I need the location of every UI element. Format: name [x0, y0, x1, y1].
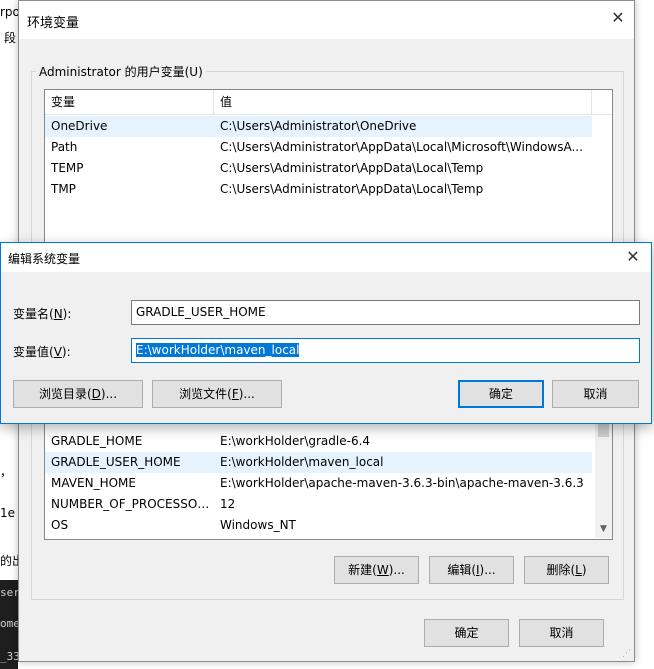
system-variables-table[interactable]: GRADLE_HOME E:\workHolder\gradle-6.4 GRA…	[44, 411, 613, 540]
table-row[interactable]: GRADLE_USER_HOME E:\workHolder\maven_loc…	[45, 452, 592, 473]
browse-directory-button[interactable]: 浏览目录(D)...	[13, 380, 143, 408]
table-row[interactable]: MAVEN_HOME E:\workHolder\apache-maven-3.…	[45, 473, 592, 494]
variable-value: C:\Users\Administrator\OneDrive	[220, 119, 417, 133]
variable-name: NUMBER_OF_PROCESSORS	[51, 497, 211, 511]
variable-value: 12	[220, 497, 236, 511]
background-code-block: ser ome _33	[0, 580, 20, 669]
background-code-line: _33	[0, 650, 20, 663]
table-row[interactable]: TMP C:\Users\Administrator\AppData\Local…	[45, 179, 592, 200]
delete-system-variable-button[interactable]: 删除(L)	[524, 556, 609, 584]
background-text-fragment: ，	[0, 465, 13, 479]
new-system-variable-button[interactable]: 新建(W)...	[334, 556, 419, 584]
system-table-scrollbar[interactable]: ▼	[595, 411, 612, 538]
cancel-button[interactable]: 取消	[519, 619, 604, 647]
selected-text: E:\workHolder\maven_local	[136, 343, 300, 357]
browse-file-button[interactable]: 浏览文件(F)...	[152, 380, 282, 408]
resize-grip-icon[interactable]: ⋰	[622, 649, 632, 659]
ok-button[interactable]: 确定	[424, 619, 509, 647]
variable-value: E:\workHolder\apache-maven-3.6.3-bin\apa…	[220, 476, 584, 490]
dialog-title: 环境变量	[27, 16, 80, 31]
edit-system-variable-button[interactable]: 编辑(I)...	[429, 556, 514, 584]
background-text-fragment: 1e	[0, 506, 16, 520]
close-icon[interactable]: ✕	[608, 8, 628, 28]
close-icon[interactable]: ✕	[623, 247, 643, 267]
table-row[interactable]: TEMP C:\Users\Administrator\AppData\Loca…	[45, 158, 592, 179]
variable-name: OneDrive	[51, 119, 108, 133]
table-row[interactable]: GRADLE_HOME E:\workHolder\gradle-6.4	[45, 431, 592, 452]
variable-name: GRADLE_USER_HOME	[51, 455, 181, 469]
variable-name: OS	[51, 518, 69, 532]
variable-name: TEMP	[51, 161, 84, 175]
variable-value: C:\Users\Administrator\AppData\Local\Tem…	[220, 161, 484, 175]
title-bar[interactable]: 环境变量 ✕	[19, 1, 634, 39]
table-row[interactable]: NUMBER_OF_PROCESSORS 12	[45, 494, 592, 515]
variable-name: TMP	[51, 182, 76, 196]
variable-value: E:\workHolder\maven_local	[220, 455, 384, 469]
user-variables-table[interactable]: 变量 值 OneDrive C:\Users\Administrator\One…	[44, 89, 613, 251]
variable-value: E:\workHolder\gradle-6.4	[220, 434, 371, 448]
ok-button[interactable]: 确定	[458, 380, 544, 408]
variable-value: C:\Users\Administrator\AppData\Local\Tem…	[220, 182, 484, 196]
variable-name: GRADLE_HOME	[51, 434, 143, 448]
variable-name-input[interactable]: GRADLE_USER_HOME	[131, 300, 640, 325]
title-bar[interactable]: 编辑系统变量 ✕	[1, 243, 651, 272]
variable-value-input[interactable]: E:\workHolder\maven_local	[131, 338, 640, 363]
background-code-line: ome	[0, 617, 20, 630]
cancel-button[interactable]: 取消	[552, 380, 639, 408]
column-header-value[interactable]: 值	[214, 90, 592, 114]
user-variables-group-label: Administrator 的用户变量(U)	[36, 63, 206, 80]
table-row[interactable]: OS Windows_NT	[45, 515, 592, 536]
background-text-fragment: 段	[4, 31, 17, 45]
variable-value: C:\Users\Administrator\AppData\Local\Mic…	[220, 140, 583, 154]
table-row[interactable]: OneDrive C:\Users\Administrator\OneDrive	[45, 116, 592, 137]
variable-value-label: 变量值(V):	[13, 345, 71, 359]
background-code-line: ser	[0, 586, 20, 599]
variable-name-label: 变量名(N):	[13, 307, 72, 321]
column-header-variable[interactable]: 变量	[45, 90, 214, 114]
scroll-down-icon[interactable]: ▼	[595, 521, 612, 538]
background-text-fragment: rpo	[0, 5, 20, 19]
variable-name: Path	[51, 140, 78, 154]
table-row[interactable]: Path C:\Users\Administrator\AppData\Loca…	[45, 137, 592, 158]
edit-system-variable-dialog: 编辑系统变量 ✕ 变量名(N): GRADLE_USER_HOME 变量值(V)…	[0, 242, 652, 424]
dialog-title: 编辑系统变量	[8, 252, 81, 266]
table-header: 变量 值	[45, 90, 612, 115]
variable-value: Windows_NT	[220, 518, 296, 532]
variable-name: MAVEN_HOME	[51, 476, 136, 490]
